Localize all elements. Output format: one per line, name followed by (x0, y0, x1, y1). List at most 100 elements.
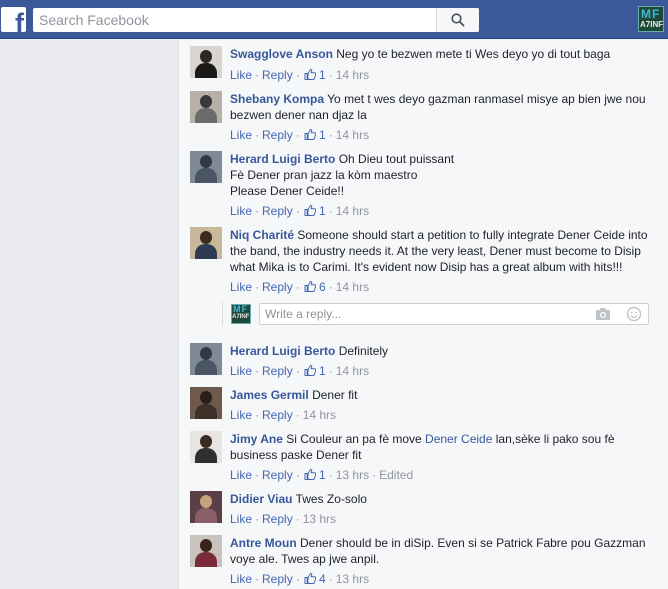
comment-author[interactable]: Herard Luigi Berto (230, 344, 335, 358)
avatar[interactable] (190, 91, 222, 123)
like-link[interactable]: Like (230, 128, 252, 142)
like-link[interactable]: Like (230, 204, 252, 218)
comment-text: Niq Charité Someone should start a petit… (230, 227, 660, 275)
thumbs-up-icon (304, 129, 316, 140)
comment-body-line: Oh Dieu tout puissant (338, 152, 455, 166)
avatar[interactable] (190, 431, 222, 463)
facebook-logo-icon[interactable]: f (1, 7, 26, 32)
search-input[interactable] (33, 8, 437, 32)
camera-icon[interactable] (595, 307, 611, 321)
page-brand-logo[interactable]: MF A7INF (638, 6, 664, 32)
thumbs-up-icon (304, 365, 316, 376)
comment-actions: Like · Reply · 1 · 14 hrs (230, 204, 370, 218)
like-count[interactable]: 1 (319, 204, 326, 218)
comment-actions: Like · Reply · 1 · 13 hrs · Edited (230, 468, 414, 482)
reply-link[interactable]: Reply (262, 280, 293, 294)
mentioned-user-link[interactable]: Dener Ceide (425, 432, 492, 446)
like-link[interactable]: Like (230, 572, 252, 586)
comment-body: Neg yo te bezwen mete ti Wes deyo yo di … (336, 47, 611, 61)
comment-timestamp[interactable]: 13 hrs (303, 512, 336, 526)
comment-body-line: Fè Dener pran jazz la kòm maestro (230, 168, 418, 182)
reply-link[interactable]: Reply (262, 512, 293, 526)
like-link[interactable]: Like (230, 68, 252, 82)
comment-timestamp[interactable]: 14 hrs (336, 68, 369, 82)
like-count[interactable]: 1 (319, 68, 326, 82)
avatar[interactable] (190, 387, 222, 419)
comment-body: Si Couleur an pa fè move (286, 432, 422, 446)
comment-actions: Like · Reply · 13 hrs (230, 512, 337, 526)
avatar[interactable] (190, 151, 222, 183)
comment-timestamp[interactable]: 13 hrs (336, 572, 369, 586)
reply-link[interactable]: Reply (262, 572, 293, 586)
comment-text: Didier Viau Twes Zo-solo (230, 491, 660, 507)
like-count[interactable]: 6 (319, 280, 326, 294)
comment-actions: Like · Reply · 6 · 14 hrs (230, 280, 370, 294)
like-link[interactable]: Like (230, 512, 252, 526)
avatar[interactable] (190, 227, 222, 259)
comment-author[interactable]: Shebany Kompa (230, 92, 324, 106)
thumbs-up-icon (304, 469, 316, 480)
reply-input-box (259, 303, 649, 325)
comment-text: Swagglove Anson Neg yo te bezwen mete ti… (230, 46, 660, 62)
comment-timestamp[interactable]: 14 hrs (336, 280, 369, 294)
reply-link[interactable]: Reply (262, 408, 293, 422)
thumbs-up-icon (304, 69, 316, 80)
search-box (33, 8, 479, 32)
comment-author[interactable]: Antre Moun (230, 536, 297, 550)
comment-timestamp[interactable]: 14 hrs (303, 408, 336, 422)
comment-actions: Like · Reply · 1 · 14 hrs (230, 364, 370, 378)
comment-body: Twes Zo-solo (295, 492, 367, 506)
comment-body: Definitely (338, 344, 389, 358)
comment-author[interactable]: Swagglove Anson (230, 47, 333, 61)
comment-actions: Like · Reply · 1 · 14 hrs (230, 68, 370, 82)
comment-timestamp[interactable]: 13 hrs (336, 468, 369, 482)
comment-text: Herard Luigi Berto Definitely (230, 343, 660, 359)
thumbs-up-icon (304, 205, 316, 216)
search-icon (451, 13, 465, 27)
comment-body: Dener fit (312, 388, 358, 402)
comment-timestamp[interactable]: 14 hrs (336, 364, 369, 378)
comment-text: Shebany Kompa Yo met t wes deyo gazman r… (230, 91, 660, 123)
comment-actions: Like · Reply · 1 · 14 hrs (230, 128, 370, 142)
thumbs-up-icon (304, 281, 316, 292)
like-link[interactable]: Like (230, 468, 252, 482)
reply-link[interactable]: Reply (262, 68, 293, 82)
comment-actions: Like · Reply · 14 hrs (230, 408, 337, 422)
like-link[interactable]: Like (230, 364, 252, 378)
comment-text: Jimy Ane Si Couleur an pa fè move Dener … (230, 431, 660, 463)
reply-link[interactable]: Reply (262, 204, 293, 218)
comment-text: Antre Moun Dener should be in diSip. Eve… (230, 535, 660, 567)
emoji-icon[interactable] (626, 306, 642, 322)
reply-input[interactable] (260, 304, 580, 324)
comment-timestamp[interactable]: 14 hrs (336, 128, 369, 142)
like-count[interactable]: 4 (319, 572, 326, 586)
comment-timestamp[interactable]: 14 hrs (336, 204, 369, 218)
comment-text: James Germil Dener fit (230, 387, 660, 403)
reply-link[interactable]: Reply (262, 128, 293, 142)
comment-actions: Like · Reply · 4 · 13 hrs (230, 572, 370, 586)
comment-text: Herard Luigi Berto Oh Dieu tout puissant… (230, 151, 660, 199)
comment-author[interactable]: Jimy Ane (230, 432, 283, 446)
avatar[interactable] (190, 343, 222, 375)
avatar[interactable] (190, 46, 222, 78)
avatar[interactable] (190, 535, 222, 567)
like-link[interactable]: Like (230, 408, 252, 422)
current-user-avatar: MF A7INF (231, 304, 251, 324)
like-count[interactable]: 1 (319, 364, 326, 378)
thumbs-up-icon (304, 573, 316, 584)
avatar[interactable] (190, 491, 222, 523)
edited-label[interactable]: Edited (379, 468, 413, 482)
comment-author[interactable]: Niq Charité (230, 228, 294, 242)
search-button[interactable] (436, 8, 479, 32)
comment-body-line: Please Dener Ceide!! (230, 184, 345, 198)
left-rail (0, 40, 178, 589)
comment-author[interactable]: Didier Viau (230, 492, 292, 506)
comment-author[interactable]: James Germil (230, 388, 309, 402)
comment-author[interactable]: Herard Luigi Berto (230, 152, 335, 166)
like-link[interactable]: Like (230, 280, 252, 294)
like-count[interactable]: 1 (319, 468, 326, 482)
reply-link[interactable]: Reply (262, 364, 293, 378)
reply-composer: MF A7INF (222, 302, 649, 326)
like-count[interactable]: 1 (319, 128, 326, 142)
reply-link[interactable]: Reply (262, 468, 293, 482)
